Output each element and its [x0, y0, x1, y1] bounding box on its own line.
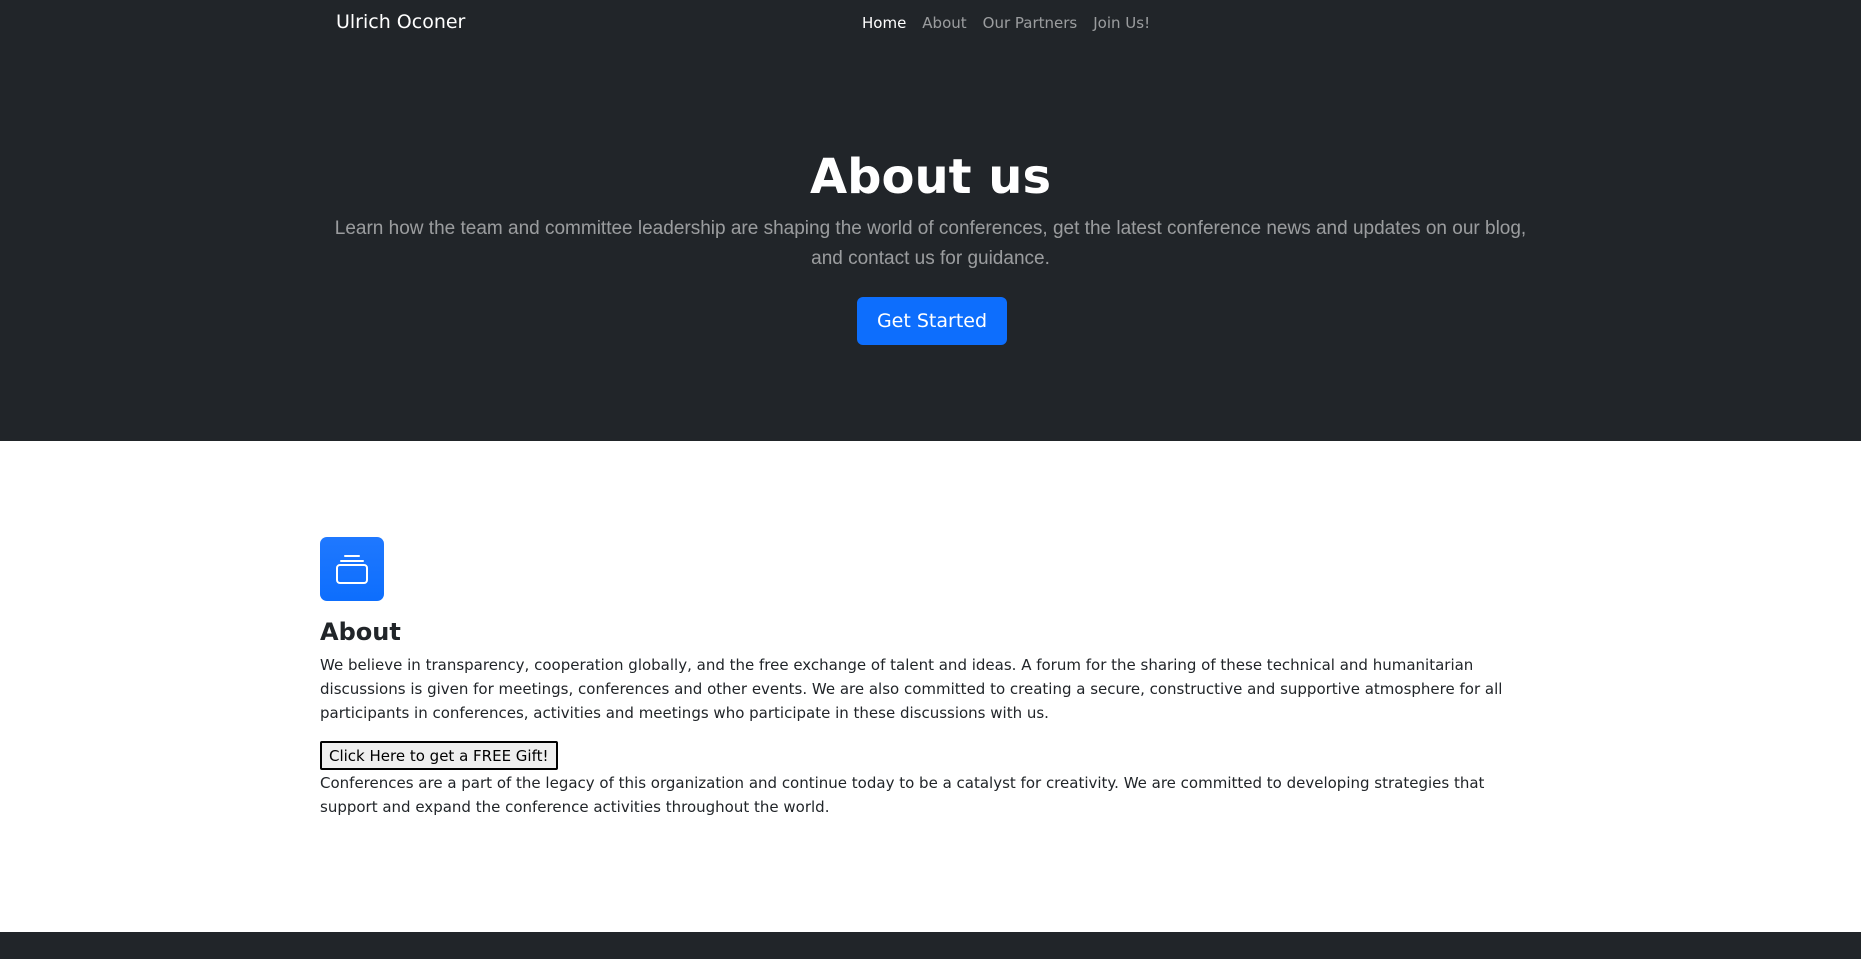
nav-item-our-partners[interactable]: Our Partners: [983, 14, 1078, 32]
about-heading: About: [320, 618, 401, 646]
nav-menu: Home About Our Partners Join Us!: [862, 14, 1150, 32]
nav-item-about[interactable]: About: [922, 14, 966, 32]
get-started-button[interactable]: Get Started: [857, 297, 1007, 345]
collection-icon-glyph: [336, 555, 368, 584]
brand-link[interactable]: Ulrich Oconer: [336, 11, 465, 33]
free-gift-button[interactable]: Click Here to get a FREE Gift!: [320, 741, 558, 770]
top-navbar: Ulrich Oconer Home About Our Partners Jo…: [0, 0, 1861, 48]
hero-section: Ulrich Oconer Home About Our Partners Jo…: [0, 0, 1861, 441]
footer: [0, 932, 1861, 959]
nav-item-home[interactable]: Home: [862, 14, 906, 32]
nav-item-join-us[interactable]: Join Us!: [1093, 14, 1150, 32]
legacy-paragraph: Conferences are a part of the legacy of …: [320, 774, 1485, 816]
collection-icon: [320, 537, 384, 601]
hero-lead-text: Learn how the team and committee leaders…: [334, 218, 1527, 269]
page-title: About us: [809, 149, 1052, 205]
about-paragraph: We believe in transparency, cooperation …: [320, 656, 1503, 722]
